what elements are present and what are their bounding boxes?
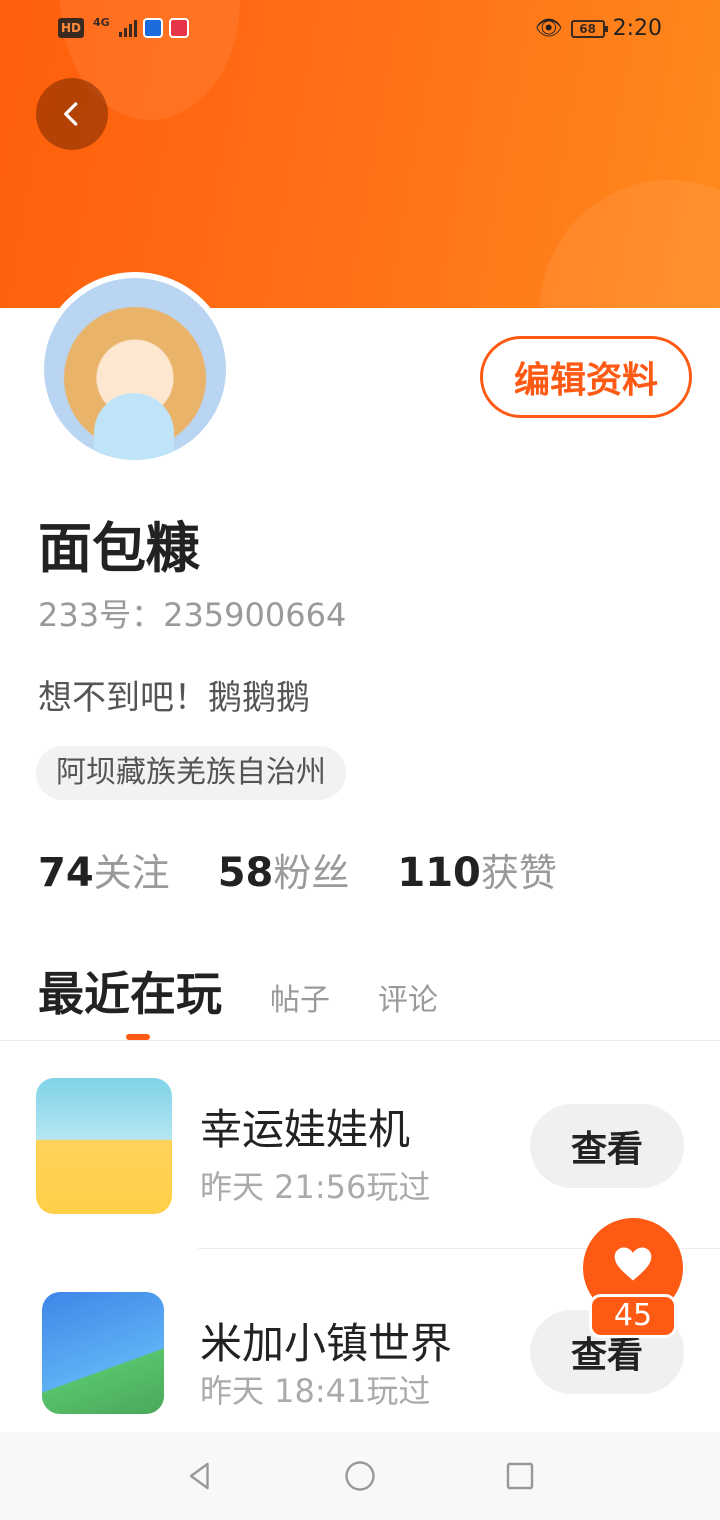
stat-likes[interactable]: 110获赞 xyxy=(397,842,557,897)
tab-comments[interactable]: 评论 xyxy=(378,975,438,1019)
back-button[interactable] xyxy=(36,78,108,150)
system-nav-bar xyxy=(0,1432,720,1520)
nav-recents-button[interactable] xyxy=(500,1456,540,1496)
stat-number: 110 xyxy=(397,850,481,896)
signal-icon xyxy=(118,19,137,37)
profile-header-banner: HD 4G 👁 68 2:20 xyxy=(0,0,720,308)
game-icon xyxy=(42,1292,164,1414)
triangle-back-icon xyxy=(189,1462,209,1490)
app-notification-icon xyxy=(142,18,163,38)
stats-row: 74关注 58粉丝 110获赞 xyxy=(38,842,557,897)
decor-blob xyxy=(540,180,720,308)
user-id: 233号：235900664 xyxy=(38,596,347,634)
status-right: 👁 68 2:20 xyxy=(535,16,662,41)
hd-indicator: HD xyxy=(58,18,85,38)
stat-label: 获赞 xyxy=(480,851,557,895)
nav-back-button[interactable] xyxy=(180,1456,220,1496)
stat-number: 74 xyxy=(38,850,94,896)
heart-icon xyxy=(614,1247,652,1281)
stat-label: 粉丝 xyxy=(273,851,350,895)
edit-profile-button[interactable]: 编辑资料 xyxy=(480,336,692,418)
user-bio: 想不到吧！鹅鹅鹅 xyxy=(38,678,310,718)
chevron-left-icon xyxy=(64,102,78,126)
stat-following[interactable]: 74关注 xyxy=(38,842,170,897)
eye-comfort-icon: 👁 xyxy=(534,16,563,41)
game-last-played: 昨天 21:56玩过 xyxy=(200,1168,431,1206)
tab-posts[interactable]: 帖子 xyxy=(270,975,330,1019)
game-icon xyxy=(36,1078,172,1214)
nav-home-button[interactable] xyxy=(340,1456,380,1496)
avatar[interactable] xyxy=(38,272,232,466)
username: 面包糠 xyxy=(38,517,200,580)
avatar-image xyxy=(44,278,226,460)
content-tabs: 最近在玩 帖子 评论 xyxy=(38,958,438,1024)
like-count-badge: 45 xyxy=(589,1294,677,1338)
battery-icon: 68 xyxy=(570,19,608,38)
clock: 2:20 xyxy=(612,16,662,41)
circle-home-icon xyxy=(345,1461,375,1491)
game-last-played: 昨天 18:41玩过 xyxy=(200,1372,431,1410)
network-type: 4G xyxy=(93,16,110,29)
game-name: 米加小镇世界 xyxy=(200,1319,453,1368)
status-bar: HD 4G 👁 68 2:20 xyxy=(0,0,720,62)
divider xyxy=(0,1040,720,1041)
stat-fans[interactable]: 58粉丝 xyxy=(218,842,350,897)
stat-number: 58 xyxy=(217,850,274,896)
status-left: HD 4G xyxy=(58,16,189,38)
tab-recently-played[interactable]: 最近在玩 xyxy=(38,958,222,1024)
location-tag: 阿坝藏族羌族自治州 xyxy=(36,746,346,800)
stat-label: 关注 xyxy=(93,851,170,895)
square-recents-icon xyxy=(506,1462,534,1490)
list-item[interactable]: 幸运娃娃机 昨天 21:56玩过 查看 xyxy=(36,1078,720,1228)
app-notification-icon xyxy=(168,18,189,38)
view-button[interactable]: 查看 xyxy=(530,1104,684,1188)
game-name: 幸运娃娃机 xyxy=(200,1105,411,1154)
